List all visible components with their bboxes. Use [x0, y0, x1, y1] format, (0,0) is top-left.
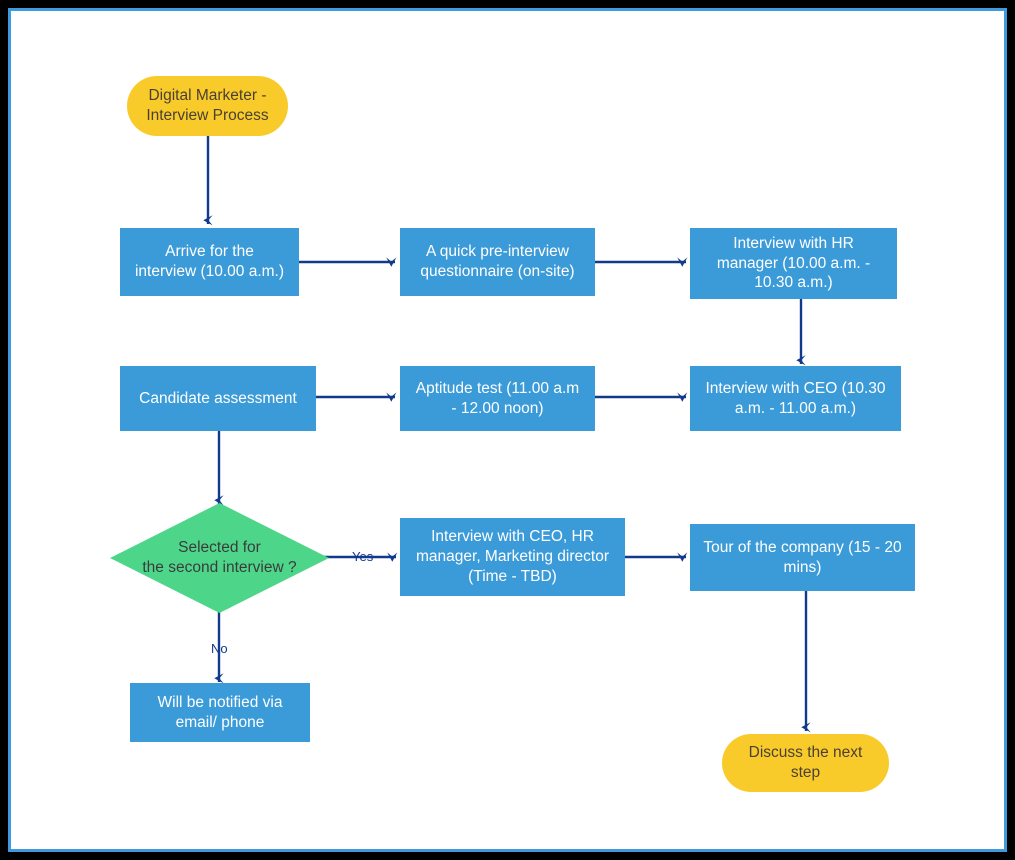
node-start[interactable]: Digital Marketer - Interview Process	[127, 76, 288, 136]
node-arrive-for-interview-label: Arrive for the interview (10.00 a.m.)	[134, 243, 285, 280]
node-candidate-assessment-label: Candidate assessment	[139, 389, 297, 407]
node-hr-manager-interview-label: Interview with HR manager (10.00 a.m. - …	[716, 234, 871, 292]
node-decision-second-interview-label: Selected for the second interview ?	[142, 538, 297, 576]
node-company-tour[interactable]: Tour of the company (15 - 20 mins)	[690, 524, 915, 591]
node-end-discuss-next-step-label: Discuss the next step	[748, 744, 863, 781]
node-aptitude-test[interactable]: Aptitude test (11.00 a.m - 12.00 noon)	[400, 366, 595, 431]
flowchart-diagram: Digital Marketer - Interview Process Arr…	[0, 0, 1015, 860]
node-second-interview-panel-label: Interview with CEO, HR manager, Marketin…	[416, 528, 609, 585]
node-ceo-interview[interactable]: Interview with CEO (10.30 a.m. - 11.00 a…	[690, 366, 901, 431]
node-hr-manager-interview[interactable]: Interview with HR manager (10.00 a.m. - …	[690, 228, 897, 299]
flowchart-canvas: Digital Marketer - Interview Process Arr…	[0, 0, 1015, 860]
node-pre-interview-questionnaire-label: A quick pre-interview questionnaire (on-…	[420, 243, 575, 280]
node-company-tour-label: Tour of the company (15 - 20 mins)	[703, 538, 902, 576]
node-aptitude-test-label: Aptitude test (11.00 a.m - 12.00 noon)	[415, 379, 580, 417]
edge-label-no: No	[211, 641, 228, 656]
node-notified-via-email-phone[interactable]: Will be notified via email/ phone	[130, 683, 310, 742]
node-second-interview-panel[interactable]: Interview with CEO, HR manager, Marketin…	[400, 518, 625, 596]
node-notified-via-email-phone-label: Will be notified via email/ phone	[157, 693, 283, 731]
node-arrive-for-interview[interactable]: Arrive for the interview (10.00 a.m.)	[120, 228, 299, 296]
node-end-discuss-next-step[interactable]: Discuss the next step	[722, 734, 889, 792]
node-ceo-interview-label: Interview with CEO (10.30 a.m. - 11.00 a…	[705, 379, 886, 417]
node-pre-interview-questionnaire[interactable]: A quick pre-interview questionnaire (on-…	[400, 228, 595, 296]
node-start-label: Digital Marketer - Interview Process	[146, 87, 269, 124]
edge-label-yes: Yes	[352, 549, 374, 564]
node-candidate-assessment[interactable]: Candidate assessment	[120, 366, 316, 431]
node-decision-second-interview[interactable]: Selected for the second interview ?	[110, 503, 329, 613]
